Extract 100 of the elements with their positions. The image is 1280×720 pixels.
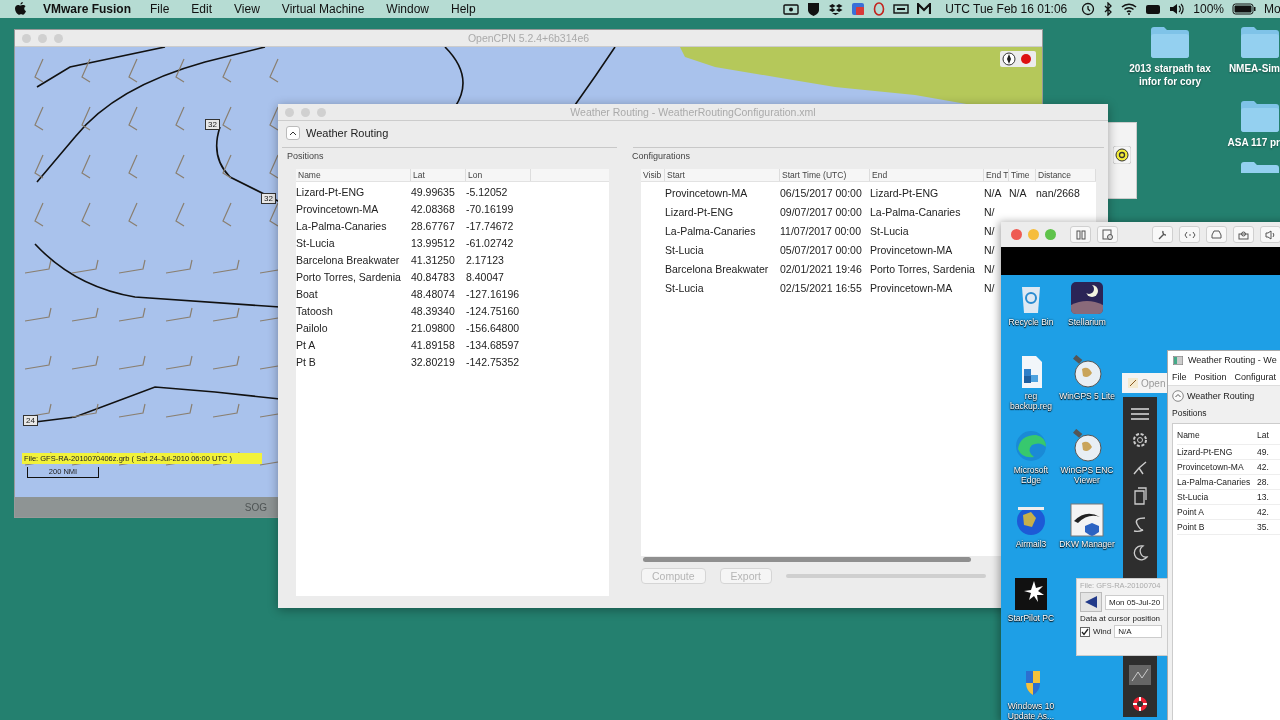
table-cell-text: 48.39340 [411, 304, 456, 317]
menu-item[interactable]: Help [451, 2, 476, 16]
table-cell-text: Point A [1177, 507, 1205, 517]
status-text: SOG [244, 501, 267, 513]
menu-item[interactable]: Edit [191, 2, 213, 16]
table-cell-text: 42.08368 [411, 202, 456, 215]
app-menu[interactable]: VMware Fusion [43, 2, 131, 16]
table-cell-text: N/ [984, 205, 996, 218]
column-header[interactable]: Distance [1036, 169, 1096, 181]
table-cell-text: Provincetown-MA [870, 243, 954, 256]
menu-item[interactable]: Configurat [1234, 372, 1277, 382]
table-cell-text: 02/01/2021 19:46 [780, 262, 863, 275]
contour-label: 32 [261, 193, 276, 204]
table-cell-text: Barcelona Breakwater [665, 262, 770, 275]
table-cell-text: -17.74672 [466, 219, 515, 232]
table-cell-text: 48.48074 [411, 287, 456, 300]
checkbox-label: Wind [1093, 627, 1112, 636]
column-header[interactable]: End [870, 169, 984, 181]
table-cell-text: 13. [1257, 492, 1270, 502]
table-cell-text: La-Palma-Canaries [665, 224, 757, 237]
table-cell-text: 02/15/2021 16:55 [780, 281, 863, 294]
table-cell-text: Point B [1177, 522, 1206, 532]
window-title: Weather Routing - We [1188, 355, 1277, 365]
column-header[interactable]: Name [296, 169, 411, 181]
table-cell-text: N/ [984, 281, 996, 294]
table-cell-text: La-Palma-Canaries [1177, 477, 1252, 487]
column-header[interactable]: Time [1009, 169, 1036, 181]
table-cell-text: 40.84783 [411, 270, 456, 283]
table-cell-text: La-Palma-Canaries [870, 205, 962, 218]
menu-item[interactable]: Window [386, 2, 430, 16]
table-cell-text: 21.09800 [411, 321, 456, 334]
column-header[interactable]: Start [665, 169, 780, 181]
table-cell-text: Barcelona Breakwater [296, 253, 401, 266]
column-header[interactable]: Lon [466, 169, 531, 181]
table-cell-text: N/ [984, 262, 996, 275]
caption: Data at cursor position [1080, 614, 1162, 623]
table-cell-text: 28. [1257, 477, 1270, 487]
table-cell-text: 49.99635 [411, 185, 456, 198]
battery-percent: 100% [1193, 2, 1224, 16]
menu-item[interactable]: Virtual Machine [281, 2, 365, 16]
table-cell-text: -61.02742 [466, 236, 515, 249]
section-title: Weather Routing [306, 127, 389, 139]
table-cell-text: -124.75160 [466, 304, 521, 317]
contour-label: 24 [23, 415, 38, 426]
table-cell-text: Porto Torres, Sardenia [870, 262, 976, 275]
table-cell-text: 42. [1257, 507, 1270, 517]
table-cell-text: Pailolo [296, 321, 329, 334]
table-cell-text: St-Lucia [870, 224, 910, 237]
user-name[interactable]: Mo [1264, 2, 1280, 16]
table-cell-text: 2.17123 [466, 253, 505, 266]
table-cell-text: Provincetown-MA [665, 186, 749, 199]
table-cell-text: Pt A [296, 338, 317, 351]
column-header[interactable]: End T [984, 169, 1009, 181]
panel-title: Positions [1172, 408, 1208, 418]
menu-item[interactable]: View [234, 2, 260, 16]
table-cell-text: 49. [1257, 447, 1270, 457]
table-cell-text: 42. [1257, 462, 1270, 472]
table-cell-text: St-Lucia [1177, 492, 1210, 502]
folder-label[interactable]: NMEA-Sim [1228, 62, 1280, 75]
table-cell-text: 41.31250 [411, 253, 456, 266]
column-header[interactable]: Lat [1257, 430, 1280, 440]
table-cell-text: 05/07/2017 00:00 [780, 243, 863, 256]
table-cell-text: -156.64800 [466, 321, 521, 334]
column-header[interactable]: Visib [641, 169, 665, 181]
table-cell-text: N/ [984, 243, 996, 256]
menu-item[interactable]: File [150, 2, 170, 16]
table-cell-text: Provincetown-MA [1177, 462, 1245, 472]
table-cell-text: 35. [1257, 522, 1270, 532]
column-header[interactable]: Lat [411, 169, 466, 181]
table-cell-text: 09/07/2017 00:00 [780, 205, 863, 218]
column-header[interactable]: Start Time (UTC) [780, 169, 870, 181]
table-cell-text: Provincetown-MA [870, 281, 954, 294]
table-cell-text: Boat [296, 287, 319, 300]
table-cell-text: nan/2668 [1036, 186, 1081, 199]
table-cell-text: 28.67767 [411, 219, 456, 232]
panel-title: Configurations [632, 151, 692, 161]
column-header[interactable]: Name [1177, 430, 1257, 440]
table-cell-text: N/A [984, 186, 1003, 199]
menu-item[interactable]: File [1172, 372, 1187, 382]
table-cell-text: Lizard-Pt-ENG [1177, 447, 1234, 457]
folder-label[interactable]: 2013 starpath tax infor for cory [1120, 62, 1220, 88]
table-cell-text: Lizard-Pt-ENG [870, 186, 940, 199]
window-title: OpenCPN 5.2.4+6b314e6 [467, 32, 590, 44]
table-cell-text: St-Lucia [296, 236, 336, 249]
menu-item[interactable]: Position [1194, 372, 1227, 382]
table-cell-text: St-Lucia [665, 243, 705, 256]
table-cell-text: -70.16199 [466, 202, 515, 215]
table-cell-text: 32.80219 [411, 355, 456, 368]
table-cell-text: Provincetown-MA [296, 202, 380, 215]
clock[interactable]: UTC Tue Feb 16 01:06 [945, 2, 1068, 16]
table-cell-text: N/A [1009, 186, 1028, 199]
table-cell-text: 41.89158 [411, 338, 456, 351]
date-field[interactable]: Mon 05-Jul-20 [1105, 594, 1165, 610]
window-title: Weather Routing - WeatherRoutingConfiguration.xml [570, 106, 816, 118]
panel-title: Positions [287, 151, 325, 161]
folder-label[interactable]: ASA 117 pr [1227, 136, 1280, 149]
table-cell-text: Lizard-Pt-ENG [665, 205, 735, 218]
table-cell-text: La-Palma-Canaries [296, 219, 388, 232]
table-cell-text: -5.12052 [466, 185, 509, 198]
value-field: N/A [1114, 625, 1163, 638]
